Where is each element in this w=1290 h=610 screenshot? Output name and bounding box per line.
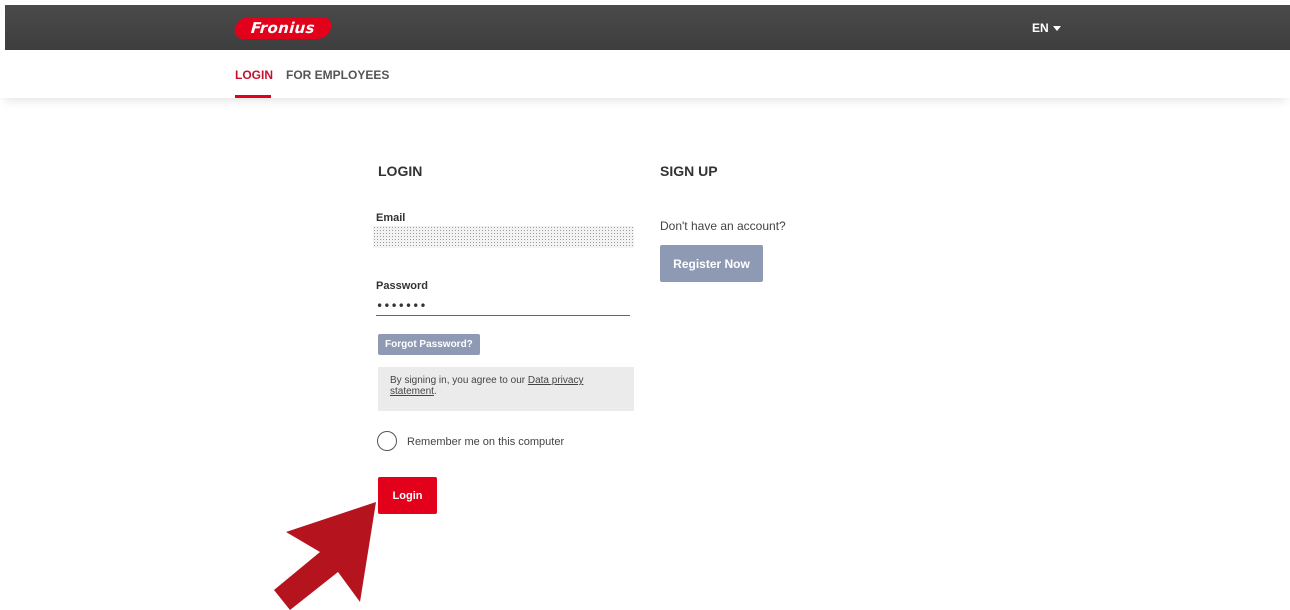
language-label: EN	[1032, 21, 1049, 35]
tab-login[interactable]: LOGIN	[235, 68, 273, 82]
caret-down-icon	[1052, 26, 1061, 32]
language-selector[interactable]: EN	[1032, 21, 1061, 35]
tab-for-employees[interactable]: FOR EMPLOYEES	[286, 68, 389, 82]
login-button[interactable]: Login	[378, 477, 437, 514]
fronius-logo[interactable]: Fronius	[232, 17, 334, 39]
password-label: Password	[376, 280, 428, 292]
top-header-bar: Fronius EN	[5, 5, 1290, 50]
remember-me-radio[interactable]	[377, 431, 397, 451]
login-heading: LOGIN	[378, 163, 423, 179]
remember-me-label[interactable]: Remember me on this computer	[407, 436, 564, 448]
signup-heading: SIGN UP	[660, 163, 718, 179]
arrow-pointer-icon	[274, 502, 376, 610]
privacy-notice: By signing in, you agree to our Data pri…	[378, 367, 634, 411]
privacy-notice-suffix: .	[433, 386, 437, 397]
active-tab-indicator	[235, 95, 271, 98]
password-field[interactable]	[376, 297, 630, 316]
tab-bar: LOGIN FOR EMPLOYEES	[0, 50, 1290, 98]
logo-text: Fronius	[250, 19, 316, 37]
privacy-notice-text: By signing in, you agree to our	[390, 375, 528, 386]
email-label: Email	[376, 212, 406, 224]
email-field[interactable]	[373, 226, 634, 248]
signup-prompt: Don't have an account?	[660, 219, 786, 233]
register-now-button[interactable]: Register Now	[660, 245, 763, 282]
forgot-password-button[interactable]: Forgot Password?	[378, 334, 480, 355]
